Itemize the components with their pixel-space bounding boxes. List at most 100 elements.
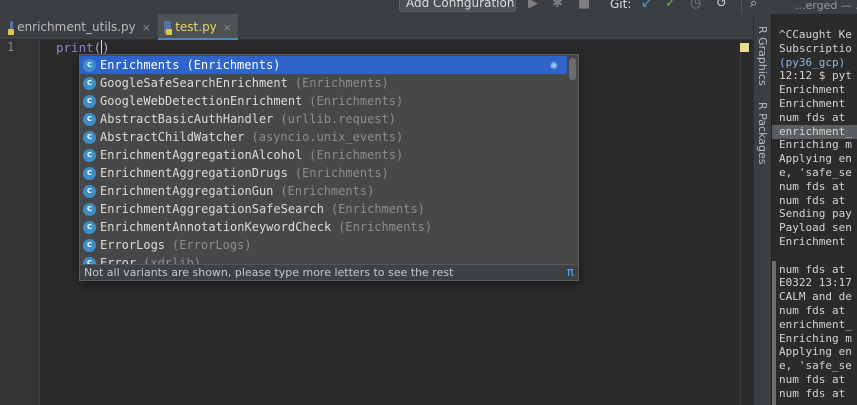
class-icon: c [83, 220, 96, 234]
git-commit-icon[interactable]: ✓ [665, 0, 676, 11]
pi-link-icon[interactable]: π [567, 265, 574, 280]
tool-window-r-packages[interactable]: R Packages [756, 102, 769, 164]
run-icon[interactable]: ▶ [528, 0, 538, 11]
completion-item-module: (Enrichments) [294, 76, 389, 90]
completion-item-module: (Enrichments) [294, 166, 389, 180]
class-icon: c [83, 166, 96, 180]
stop-icon[interactable]: ■ [578, 0, 590, 11]
completion-item-name: AbstractChildWatcher [100, 130, 245, 144]
terminal-line: enrichment_ [772, 124, 857, 139]
class-icon: c [83, 148, 96, 162]
completion-item-module: (Enrichments) [309, 94, 404, 108]
completion-item[interactable]: c EnrichmentAggregationDrugs (Enrichment… [80, 164, 567, 182]
class-icon: c [83, 256, 96, 264]
terminal-line: num fds at [779, 179, 852, 193]
git-label: Git: [610, 0, 632, 11]
python-file-icon [8, 20, 15, 35]
completion-item[interactable]: c EnrichmentAnnotationKeywordCheck (Enri… [80, 218, 567, 236]
close-tab-icon[interactable]: × [142, 21, 151, 34]
terminal-line: ^CCaught Ke [779, 28, 852, 41]
terminal-line: Enrichment [779, 83, 852, 97]
git-revert-icon[interactable]: ↺ [716, 0, 727, 11]
scrollbar-thumb[interactable] [569, 58, 576, 80]
main-toolbar: Add Configuration... ▶ ✱ ■ Git: ↙ ✓ ◷ ↺ … [0, 0, 771, 14]
debug-icon[interactable]: ✱ [552, 0, 563, 11]
terminal-line: Sending pay [779, 207, 852, 221]
completion-item-name: EnrichmentAggregationAlcohol [100, 148, 303, 162]
terminal-line: Applying en [779, 345, 852, 359]
terminal-line: CALM and de [779, 290, 852, 304]
right-tool-stripe: R Graphics R Packages [753, 14, 771, 405]
inspection-status-icon[interactable] [740, 43, 749, 52]
class-icon: c [83, 202, 96, 216]
completion-item-name: AbstractBasicAuthHandler [100, 112, 274, 126]
terminal-line: num fds at [779, 386, 852, 400]
terminal-line: Enrichment [779, 97, 852, 110]
tab-label: enrichment_utils.py [17, 20, 136, 34]
completion-item[interactable]: c Enrichments (Enrichments) ✺ [80, 56, 567, 74]
completion-item-module: (asyncio.unix_events) [251, 130, 404, 144]
completion-item[interactable]: c GoogleWebDetectionEnrichment (Enrichme… [80, 92, 567, 110]
terminal-line: num fds at [779, 373, 852, 386]
terminal-line: num fds at [779, 110, 852, 124]
terminal-line: Payload sen [779, 221, 852, 235]
completion-item-module: (Enrichments) [338, 220, 433, 234]
completion-item-module: (xdrlib) [143, 256, 201, 264]
class-icon: c [83, 130, 96, 144]
completion-item[interactable]: c Error (xdrlib) [80, 254, 567, 264]
terminal-line: 12:12 $ pyt [779, 69, 852, 83]
class-icon: c [83, 76, 96, 90]
completion-item-name: EnrichmentAggregationSafeSearch [100, 202, 324, 216]
completion-item[interactable]: c GoogleSafeSearchEnrichment (Enrichment… [80, 74, 567, 92]
completion-item-name: EnrichmentAnnotationKeywordCheck [100, 220, 332, 234]
right-margin-guide [740, 40, 741, 405]
tab-test[interactable]: test.py × [158, 14, 238, 41]
completion-item-name: GoogleWebDetectionEnrichment [100, 94, 303, 108]
completion-item[interactable]: c EnrichmentAggregationAlcohol (Enrichme… [80, 146, 567, 164]
terminal-panel[interactable]: ^CCaught Ke Subscriptio (py36_gcp) 12:12 $… [771, 14, 857, 405]
close-tab-icon[interactable]: × [223, 21, 232, 34]
terminal-line: num fds at [779, 262, 852, 276]
completion-hint: Not all variants are shown, please type … [84, 266, 454, 279]
git-update-icon[interactable]: ↙ [641, 0, 652, 11]
completion-item-name: ErrorLogs [100, 238, 166, 252]
completion-item-name: EnrichmentAggregationDrugs [100, 166, 288, 180]
class-icon: c [83, 94, 96, 108]
completion-item-module: (ErrorLogs) [172, 238, 252, 252]
completion-item[interactable]: c EnrichmentAggregationGun (Enrichments) [80, 182, 567, 200]
completion-item-module: (Enrichments) [330, 202, 425, 216]
completion-item[interactable]: c AbstractChildWatcher (asyncio.unix_eve… [80, 128, 567, 146]
class-icon: c [83, 112, 96, 126]
git-history-icon[interactable]: ◷ [690, 0, 701, 11]
completion-item[interactable]: c AbstractBasicAuthHandler (urllib.reque… [80, 110, 567, 128]
terminal-line: enrichment_ [779, 317, 852, 331]
terminal-line: e, 'safe_se [779, 359, 852, 373]
loading-spinner-icon: ✺ [550, 58, 558, 73]
terminal-line: Subscriptio [779, 41, 852, 55]
completion-item-module: (Enrichments) [186, 58, 281, 72]
tab-enrichment-utils[interactable]: enrichment_utils.py × [4, 14, 157, 40]
editor-tab-bar: enrichment_utils.py × test.py × [0, 14, 753, 41]
tab-label: test.py [175, 20, 217, 34]
terminal-line: num fds at [779, 304, 852, 317]
terminal-line: Applying en [779, 152, 852, 166]
terminal-line: (py36_gcp) [779, 55, 852, 69]
completion-item-name: GoogleSafeSearchEnrichment [100, 76, 288, 90]
code-completion-popup[interactable]: c Enrichments (Enrichments) ✺ c GoogleSa… [79, 54, 579, 281]
tool-window-r-graphics[interactable]: R Graphics [756, 26, 769, 86]
completion-list[interactable]: c Enrichments (Enrichments) ✺ c GoogleSa… [80, 56, 567, 264]
completion-item-module: (Enrichments) [280, 184, 375, 198]
open-paren: ( [93, 40, 102, 55]
completion-item-module: (Enrichments) [309, 148, 404, 162]
completion-footer: Not all variants are shown, please type … [80, 264, 578, 280]
builtin-print: print [56, 40, 94, 55]
completion-item[interactable]: c EnrichmentAggregationSafeSearch (Enric… [80, 200, 567, 218]
line-number-gutter: 1 [0, 40, 40, 405]
terminal-scroll-divider [772, 261, 776, 405]
completion-scrollbar[interactable] [567, 56, 578, 263]
search-icon[interactable]: ⌕ [750, 0, 757, 11]
add-configuration-button[interactable]: Add Configuration... [399, 0, 516, 12]
completion-item-name: Enrichments [100, 58, 180, 72]
completion-item[interactable]: c ErrorLogs (ErrorLogs) [80, 236, 567, 254]
completion-item-name: EnrichmentAggregationGun [100, 184, 274, 198]
